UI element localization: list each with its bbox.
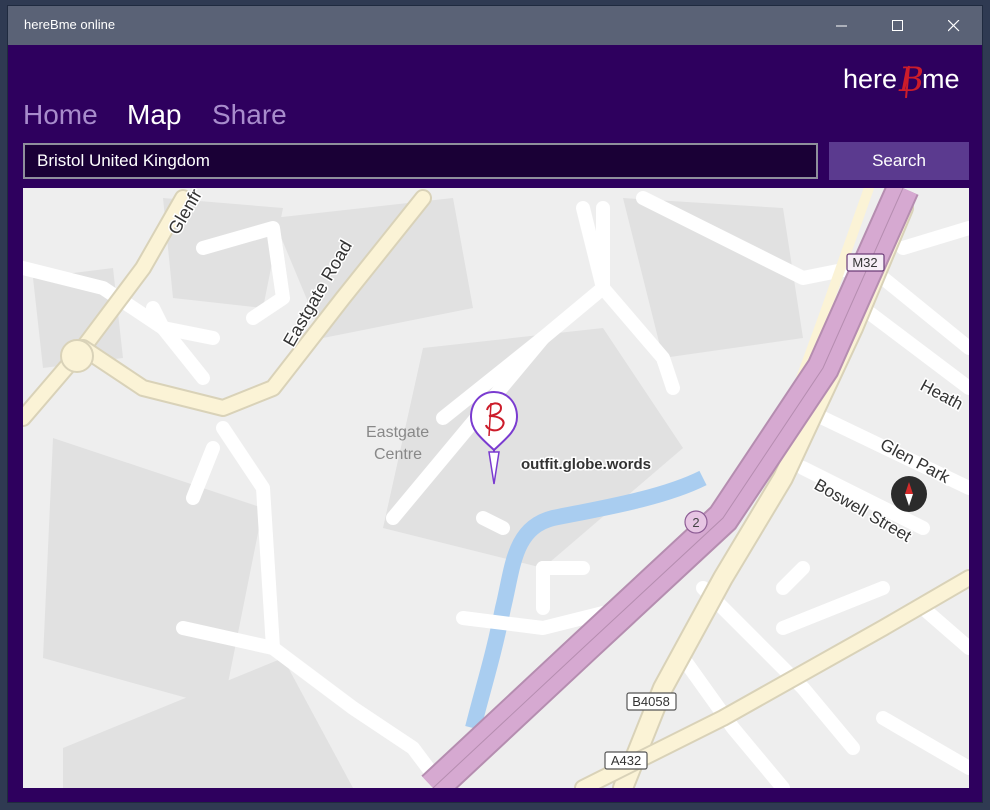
location-search-input[interactable] [23,143,818,179]
map-view[interactable]: Eastgate Road Glenfr Eastgate Centre Hea… [23,188,969,788]
label-eastgate-centre-1: Eastgate [366,424,429,441]
shield-b4058: B4058 [632,694,670,709]
pin-label: outfit.globe.words [521,456,651,473]
app-window: hereBme online here B me Home Map Share … [8,6,982,802]
title-bar[interactable]: hereBme online [8,6,982,45]
minimize-icon [836,25,847,26]
svg-text:me: me [922,64,960,94]
svg-text:here: here [843,64,897,94]
svg-text:B: B [898,60,924,98]
map-canvas: Eastgate Road Glenfr Eastgate Centre Hea… [23,188,969,788]
herebme-logo: here B me [843,60,960,98]
compass-button[interactable] [891,476,927,512]
close-button[interactable] [926,6,982,45]
window-title: hereBme online [24,17,116,32]
nav-share[interactable]: Share [212,99,287,131]
junction-number: 2 [692,515,699,530]
search-button[interactable]: Search [829,142,969,180]
roundabout [60,339,94,373]
maximize-button[interactable] [870,6,926,45]
nav-map[interactable]: Map [127,99,181,131]
shield-m32: M32 [852,255,877,270]
minimize-button[interactable] [814,6,870,45]
maximize-icon [892,19,903,31]
nav-home[interactable]: Home [23,99,98,131]
shield-a432: A432 [611,753,641,768]
label-eastgate-centre-2: Centre [374,446,422,463]
close-icon [948,19,960,31]
